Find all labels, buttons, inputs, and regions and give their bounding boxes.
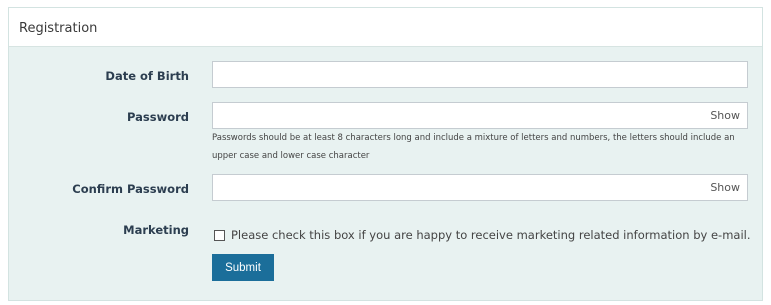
password-show-toggle[interactable]: Show: [710, 109, 740, 122]
password-label: Password: [127, 110, 189, 124]
panel-title: Registration: [19, 21, 98, 36]
confirm-password-show-toggle[interactable]: Show: [710, 181, 740, 194]
password-help-text: Passwords should be at least 8 character…: [212, 133, 735, 161]
marketing-checkbox[interactable]: [214, 230, 225, 241]
confirm-password-input[interactable]: Show: [212, 174, 748, 201]
registration-panel: Registration Date of Birth Password Show…: [8, 7, 763, 301]
marketing-checkbox-label[interactable]: Please check this box if you are happy t…: [231, 228, 751, 242]
confirm-password-label: Confirm Password: [72, 182, 189, 196]
panel-header: Registration: [9, 8, 762, 47]
password-input[interactable]: Show: [212, 102, 748, 129]
marketing-label: Marketing: [123, 223, 189, 237]
dob-label: Date of Birth: [105, 69, 189, 83]
submit-button[interactable]: Submit: [212, 254, 274, 281]
dob-input[interactable]: [212, 61, 748, 88]
